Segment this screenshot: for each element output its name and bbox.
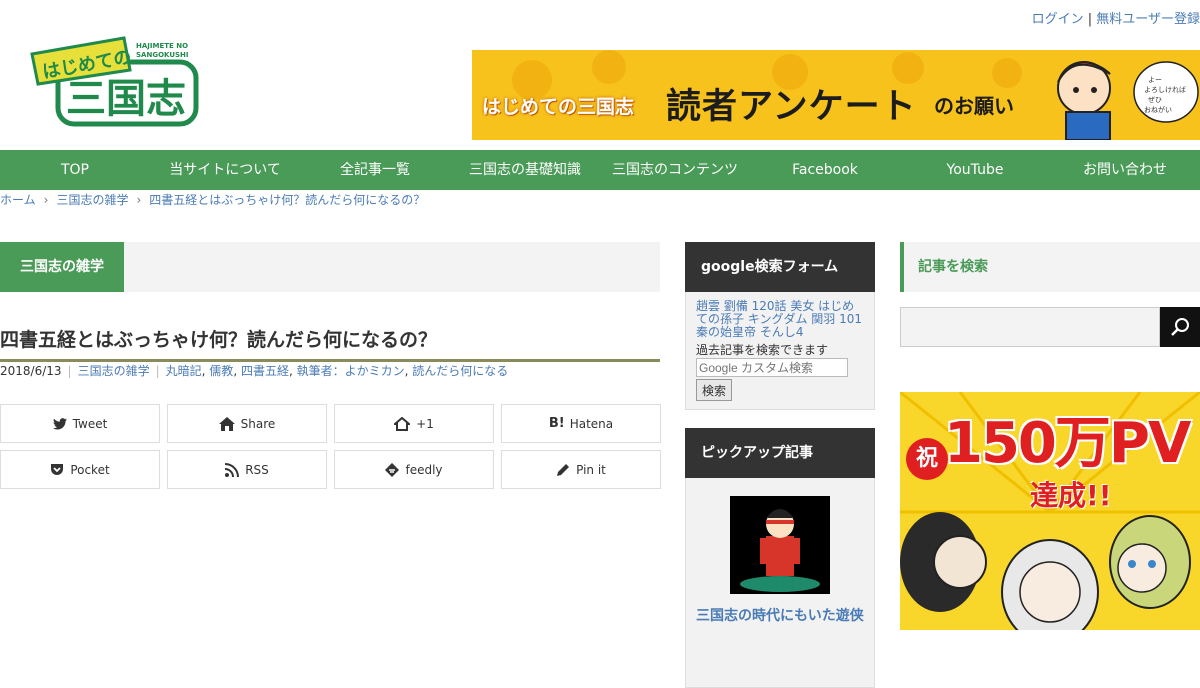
nav-item-contact[interactable]: お問い合わせ [1050,150,1200,190]
rss-label: RSS [245,462,269,477]
article-search-button[interactable] [1160,307,1200,347]
site-logo[interactable]: はじめての HAJIMETE NO SANGOKUSHI 三国志 [28,36,200,128]
article-meta: 2018/6/13 | 三国志の雑学 | 丸暗記, 儒教, 四書五経, 執筆者：よかミカ… [0,364,509,378]
nav-item-all-articles[interactable]: 全記事一覧 [300,150,450,190]
banner-character-illustration: よー よろしければ ぜひ おねがい [1057,60,1199,140]
chevron-right-icon: › [43,193,49,207]
google-plus-button[interactable]: +1 [334,404,494,443]
tag-link[interactable]: 執筆者：よかミカン [297,364,405,378]
svg-text:ぜひ: ぜひ [1148,96,1162,104]
article-search-heading: 記事を検索 [900,242,1200,292]
pickup-body: 三国志の時代にもいた遊侠 [685,478,875,688]
pv-count-text: 150万PV [944,411,1191,476]
svg-text:おねがい: おねがい [1144,105,1172,114]
banner-prefix: はじめての三国志 [482,96,635,118]
google-search-input[interactable] [696,358,848,377]
twitter-icon [52,417,67,429]
feedly-label: feedly [405,462,443,477]
share-home-icon [218,416,235,431]
rss-button[interactable]: RSS [167,450,327,489]
nav-item-facebook[interactable]: Facebook [750,150,900,190]
svg-text:よー: よー [1148,76,1162,84]
site-header: ログイン | 無料ユーザー登録 はじめての HAJIMETE NO SANGOK… [0,0,1200,150]
pocket-button[interactable]: Pocket [0,450,160,489]
pv-celebration-banner[interactable]: 祝 150万PV 達成!! [900,392,1200,630]
share-label: Share [240,416,276,431]
meta-category-link[interactable]: 三国志の雑学 [78,364,150,378]
nav-item-top[interactable]: TOP [0,150,150,190]
logo-roman-text: HAJIMETE NO [136,42,188,50]
tweet-label: Tweet [72,416,108,431]
pin-it-label: Pin it [576,462,606,477]
pv-iwai-badge: 祝 [906,438,948,480]
banner-suffix: のお願い [934,94,1014,118]
google-search-button[interactable]: 検索 [696,379,733,401]
pencil-icon [557,463,570,476]
tag-link[interactable]: 儒教 [209,364,233,378]
login-link[interactable]: ログイン [1032,12,1084,27]
tweet-button[interactable]: Tweet [0,404,160,443]
pickup-thumbnail[interactable] [730,496,830,594]
breadcrumb: ホーム › 三国志の雑学 › 四書五経とはぶっちゃけ何？読んだら何になるの？ [0,191,425,208]
category-label[interactable]: 三国志の雑学 [0,242,124,292]
pin-it-button[interactable]: Pin it [501,450,661,489]
pocket-icon [51,464,64,475]
search-note: 過去記事を検索できます [696,343,829,357]
register-link[interactable]: 無料ユーザー登録 [1096,12,1200,27]
pocket-label: Pocket [70,462,110,477]
pickup-title[interactable]: 三国志の時代にもいた遊侠 [696,606,864,626]
logo-main-text: 三国志 [66,76,186,122]
breadcrumb-category[interactable]: 三国志の雑学 [56,193,128,207]
plus-home-icon [394,416,411,431]
auth-separator: | [1087,12,1093,27]
article-title: 四書五経とはぶっちゃけ何？読んだら何になるの？ [0,325,660,362]
hatena-button[interactable]: B! Hatena [501,404,661,443]
pickup-widget: ピックアップ記事 三国志の時代にもいた遊侠 [685,428,875,688]
breadcrumb-current[interactable]: 四書五経とはぶっちゃけ何？読んだら何になるの？ [149,193,425,207]
article-search-input[interactable] [900,307,1160,347]
google-search-widget: google検索フォーム 趙雲 劉備 120話 美女 はじめての孫子 キングダム… [685,242,875,410]
nav-item-contents[interactable]: 三国志のコンテンツ [600,150,750,190]
hatena-label: Hatena [569,416,614,431]
plus-one-label: +1 [416,416,434,431]
survey-banner[interactable]: はじめての三国志 読者アンケート のお願い よー よろしければ ぜひ おねがい [472,50,1200,140]
article-date: 2018/6/13 [0,364,62,378]
widget-heading: google検索フォーム [685,242,875,292]
banner-main: 読者アンケート [666,87,917,127]
tag-link[interactable]: 読んだら何になる [412,364,508,378]
pickup-heading: ピックアップ記事 [685,428,875,478]
facebook-share-button[interactable]: Share [167,404,327,443]
feedly-icon [385,462,400,477]
pv-achieved-text: 達成!! [1030,479,1112,512]
breadcrumb-home[interactable]: ホーム [0,193,36,207]
tag-link[interactable]: 四書五経 [241,364,289,378]
rss-icon [225,462,240,477]
nav-item-basics[interactable]: 三国志の基礎知識 [450,150,600,190]
widget-body: 趙雲 劉備 120話 美女 はじめての孫子 キングダム 関羽 101 秦の始皇帝… [685,292,875,410]
category-header: 三国志の雑学 [0,242,660,292]
hatena-icon: B! [548,416,565,431]
search-icon [1171,318,1189,336]
logo-roman-text-2: SANGOKUSHI [136,51,189,59]
auth-links: ログイン | 無料ユーザー登録 [1032,8,1200,27]
chevron-right-icon: › [136,193,142,207]
nav-item-youtube[interactable]: YouTube [900,150,1050,190]
main-nav: TOP 当サイトについて 全記事一覧 三国志の基礎知識 三国志のコンテンツ Fa… [0,150,1200,190]
tag-link[interactable]: 丸暗記 [166,364,202,378]
svg-text:よろしければ: よろしければ [1144,85,1186,94]
keyword-list[interactable]: 趙雲 劉備 120話 美女 はじめての孫子 キングダム 関羽 101 秦の始皇帝… [696,300,864,339]
feedly-button[interactable]: feedly [334,450,494,489]
share-buttons: Tweet Share +1 B! Hatena Pocket RSS feed… [0,404,661,489]
nav-item-about[interactable]: 当サイトについて [150,150,300,190]
